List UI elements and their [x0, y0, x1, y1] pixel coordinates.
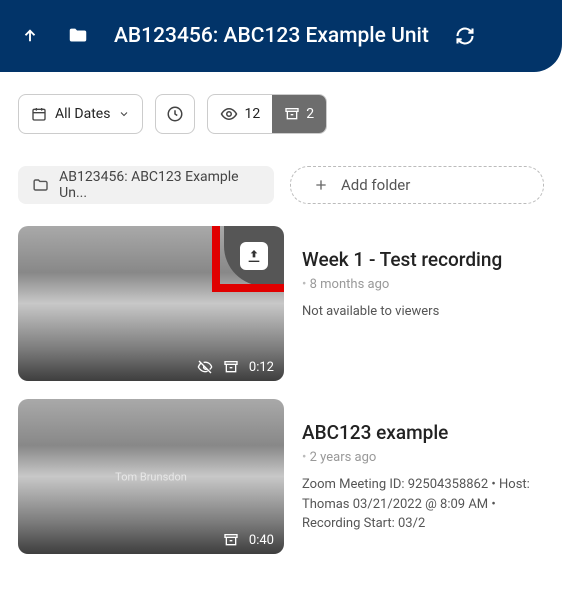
date-filter-label: All Dates [55, 106, 110, 122]
recording-age: 2 years ago [302, 450, 544, 465]
views-count: 12 [244, 106, 260, 122]
header-title: AB123456: ABC123 Example Unit [114, 24, 429, 48]
annotation-highlight [212, 226, 284, 292]
items-count: 2 [306, 106, 314, 122]
refresh-icon[interactable] [453, 24, 477, 48]
folder-icon [66, 24, 90, 48]
archive-icon [223, 532, 239, 548]
clock-icon [166, 105, 184, 123]
archive-icon [284, 106, 300, 122]
thumbnail-footer: 0:12 [197, 359, 274, 375]
archive-icon [223, 359, 239, 375]
breadcrumb[interactable]: AB123456: ABC123 Example Un... [18, 166, 274, 204]
recording-title[interactable]: Week 1 - Test recording [302, 248, 544, 271]
recording-thumbnail[interactable]: Tom Brunsdon 0:40 [18, 399, 284, 554]
eye-icon [220, 105, 238, 123]
recording-status: Zoom Meeting ID: 92504358862 • Host: Tho… [302, 475, 544, 534]
history-button[interactable] [155, 94, 195, 134]
duration-label: 0:12 [249, 360, 274, 375]
recording-status: Not available to viewers [302, 302, 544, 322]
recording-item[interactable]: Tom Brunsdon 0:40 ABC123 example 2 years… [0, 387, 562, 560]
view-count-views[interactable]: 12 [208, 95, 272, 133]
view-counts: 12 2 [207, 94, 327, 134]
thumbnail-watermark: Tom Brunsdon [18, 470, 284, 483]
toolbar: All Dates 12 2 [0, 72, 562, 152]
eye-off-icon [197, 359, 213, 375]
breadcrumb-row: AB123456: ABC123 Example Un... Add folde… [0, 152, 562, 214]
plus-icon [313, 177, 329, 193]
chevron-down-icon [118, 108, 130, 120]
recording-thumbnail[interactable]: 0:12 [18, 226, 284, 381]
add-folder-label: Add folder [341, 176, 410, 194]
recording-age: 8 months ago [302, 277, 544, 292]
recording-title[interactable]: ABC123 example [302, 421, 544, 444]
recording-meta: Week 1 - Test recording 8 months ago Not… [302, 226, 544, 381]
breadcrumb-label: AB123456: ABC123 Example Un... [59, 169, 260, 201]
duration-label: 0:40 [249, 533, 274, 548]
recording-item[interactable]: 0:12 Week 1 - Test recording 8 months ag… [0, 214, 562, 387]
recording-meta: ABC123 example 2 years ago Zoom Meeting … [302, 399, 544, 554]
folder-open-icon [32, 176, 49, 194]
thumbnail-footer: 0:40 [223, 532, 274, 548]
up-arrow-icon[interactable] [18, 24, 42, 48]
page-header: AB123456: ABC123 Example Unit [0, 0, 562, 72]
view-count-items[interactable]: 2 [272, 95, 326, 133]
add-folder-button[interactable]: Add folder [290, 166, 544, 204]
date-filter-button[interactable]: All Dates [18, 94, 143, 134]
